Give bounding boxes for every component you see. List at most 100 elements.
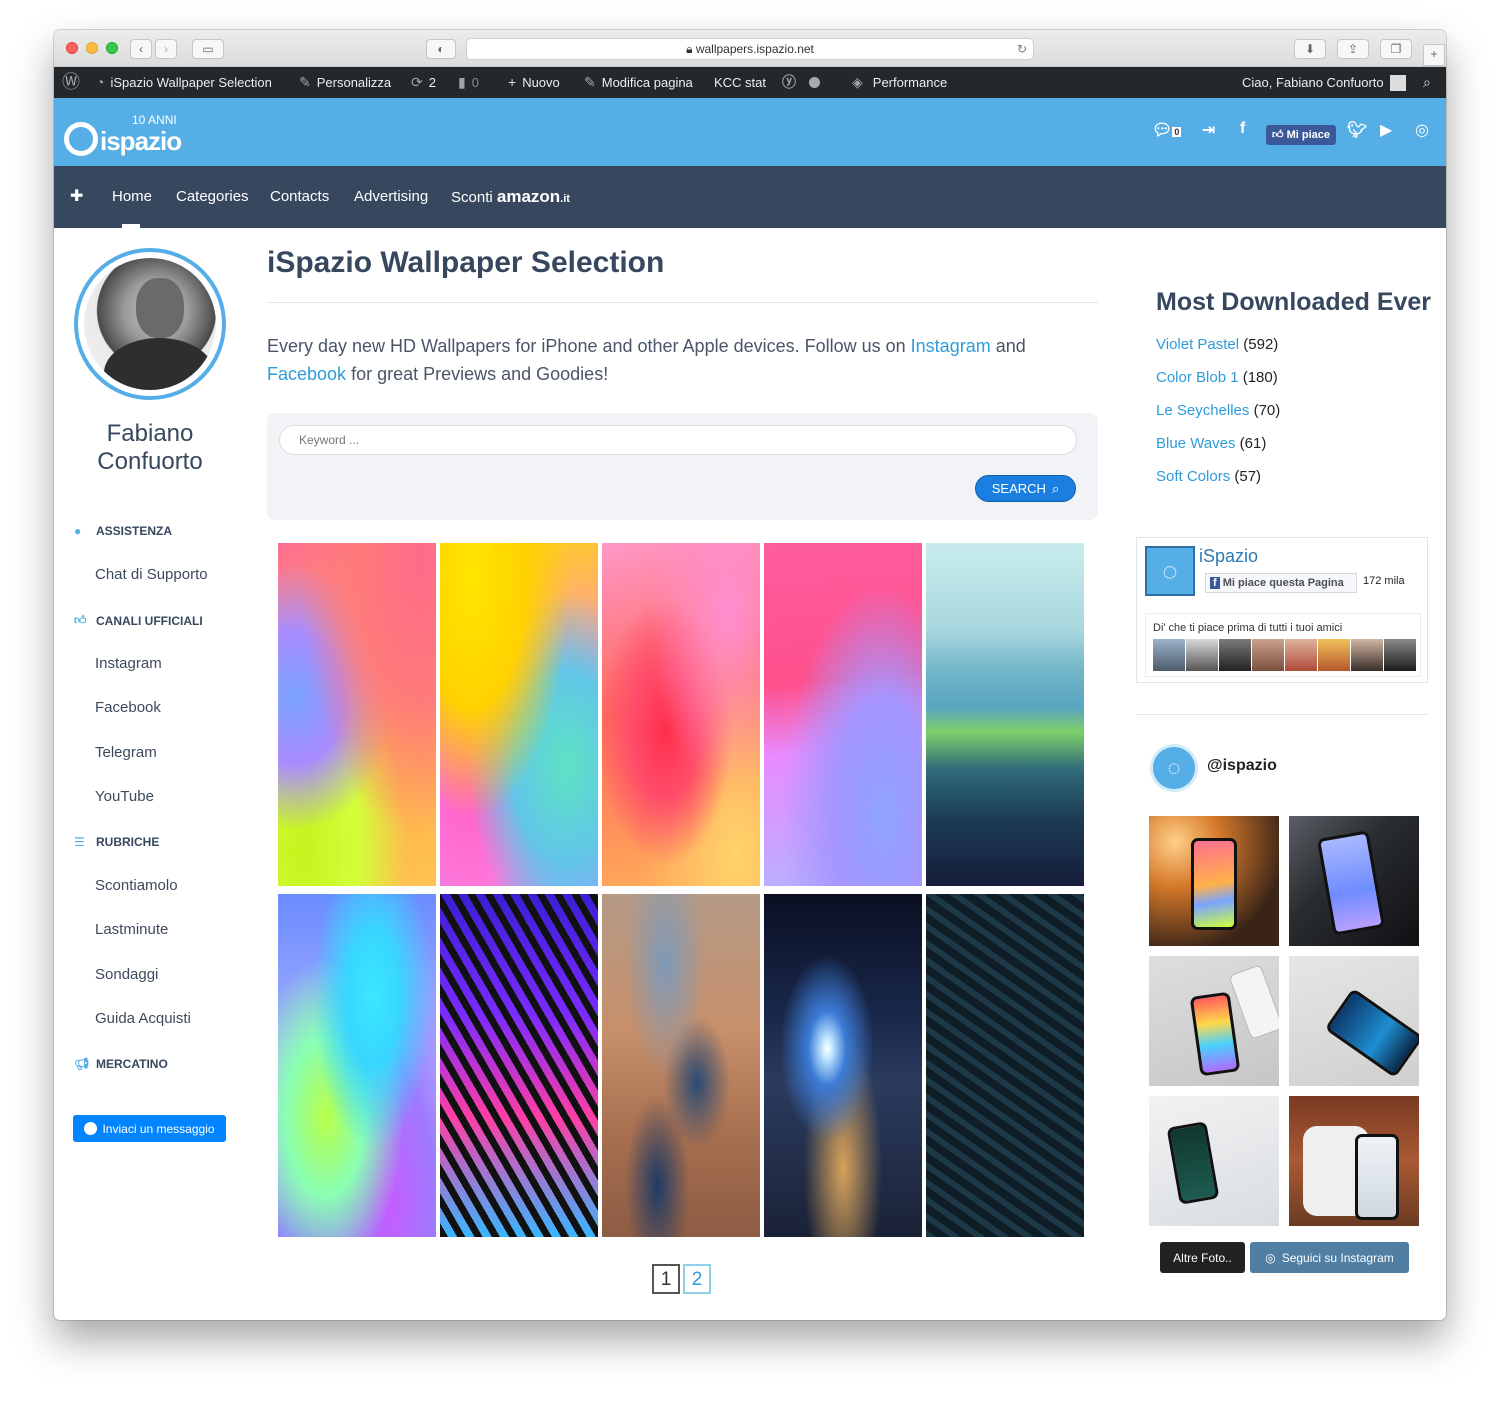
fb-page-like-button[interactable]: f Mi piace questa Pagina bbox=[1205, 573, 1357, 593]
admin-edit-page[interactable]: ✎ Modifica pagina bbox=[584, 67, 693, 98]
most-downloaded-link[interactable]: Soft Colors bbox=[1156, 468, 1230, 485]
wallpaper-thumbnail[interactable] bbox=[440, 543, 598, 886]
instagram-feed bbox=[1149, 816, 1419, 1226]
wordpress-logo-icon[interactable]: Ⓦ bbox=[62, 67, 80, 98]
admin-kcc-stat[interactable]: KCC stat bbox=[714, 67, 766, 98]
minimize-window-button[interactable] bbox=[86, 42, 98, 54]
most-downloaded-link[interactable]: Blue Waves bbox=[1156, 435, 1235, 452]
wallpaper-thumbnail[interactable] bbox=[602, 543, 760, 886]
instagram-photo[interactable] bbox=[1149, 956, 1279, 1086]
nav-advertising[interactable]: Advertising bbox=[354, 166, 428, 228]
instagram-photo[interactable] bbox=[1149, 1096, 1279, 1226]
wallpaper-thumbnail[interactable] bbox=[278, 543, 436, 886]
friend-avatar[interactable] bbox=[1186, 639, 1218, 671]
section-mercatino[interactable]: 📢︎ MERCATINO bbox=[74, 1057, 168, 1071]
performance-icon: ◈ bbox=[852, 74, 863, 90]
search-input[interactable] bbox=[279, 425, 1077, 455]
link-guida-acquisti[interactable]: Guida Acquisti bbox=[95, 1010, 191, 1027]
link-instagram[interactable]: Instagram bbox=[95, 655, 162, 672]
admin-account[interactable]: Ciao, Fabiano Confuorto bbox=[1242, 67, 1406, 98]
reload-icon[interactable]: ↻ bbox=[1017, 39, 1027, 59]
wallpaper-thumbnail[interactable] bbox=[764, 894, 922, 1237]
new-tab-button[interactable]: + bbox=[1423, 44, 1445, 66]
nav-contacts[interactable]: Contacts bbox=[270, 166, 329, 228]
friend-avatar[interactable] bbox=[1252, 639, 1284, 671]
most-downloaded-link[interactable]: Le Seychelles bbox=[1156, 402, 1249, 419]
friend-avatar[interactable] bbox=[1351, 639, 1383, 671]
instagram-photo[interactable] bbox=[1289, 956, 1419, 1086]
friend-avatar[interactable] bbox=[1285, 639, 1317, 671]
friend-avatar[interactable] bbox=[1219, 639, 1251, 671]
intro-facebook-link[interactable]: Facebook bbox=[267, 364, 346, 384]
intro-instagram-link[interactable]: Instagram bbox=[911, 336, 991, 356]
admin-comments[interactable]: ▮ 0 bbox=[458, 67, 479, 98]
instagram-avatar[interactable]: ◌ bbox=[1150, 744, 1198, 792]
link-scontiamolo[interactable]: Scontiamolo bbox=[95, 877, 178, 894]
link-lastminute[interactable]: Lastminute bbox=[95, 921, 168, 938]
most-downloaded-item: Le Seychelles (70) bbox=[1156, 402, 1281, 419]
admin-performance[interactable]: ◈ Performance bbox=[852, 67, 947, 98]
nav-sconti-amazon[interactable]: Sconti amazon.it bbox=[451, 166, 570, 228]
back-icon[interactable]: ‹ bbox=[130, 39, 152, 59]
forward-icon[interactable]: › bbox=[155, 39, 177, 59]
facebook-icon[interactable]: f bbox=[1240, 120, 1245, 138]
nav-plus-icon[interactable]: ✚ bbox=[70, 166, 83, 228]
megaphone-icon: 📢︎ bbox=[74, 1057, 90, 1071]
most-downloaded-link[interactable]: Color Blob 1 bbox=[1156, 369, 1239, 386]
link-sondaggi[interactable]: Sondaggi bbox=[95, 966, 158, 983]
admin-site-name[interactable]: ◔ iSpazio Wallpaper Selection bbox=[96, 67, 272, 98]
tabs-overview-icon[interactable]: ❐ bbox=[1380, 39, 1412, 59]
most-downloaded-item: Color Blob 1 (180) bbox=[1156, 369, 1278, 386]
friend-avatar[interactable] bbox=[1153, 639, 1185, 671]
youtube-icon[interactable]: ▶ bbox=[1380, 120, 1392, 140]
zoom-window-button[interactable] bbox=[106, 42, 118, 54]
wallpaper-thumbnail[interactable] bbox=[440, 894, 598, 1237]
nav-home[interactable]: Home bbox=[112, 166, 152, 228]
most-downloaded-item: Blue Waves (61) bbox=[1156, 435, 1267, 452]
more-photos-button[interactable]: Altre Foto.. bbox=[1160, 1242, 1245, 1273]
admin-customize[interactable]: ✎ Personalizza bbox=[299, 67, 391, 98]
instagram-handle[interactable]: @ispazio bbox=[1207, 757, 1277, 775]
instagram-icon[interactable]: ◎ bbox=[1415, 120, 1429, 140]
link-chat-supporto[interactable]: Chat di Supporto bbox=[95, 566, 208, 583]
most-downloaded-link[interactable]: Violet Pastel bbox=[1156, 336, 1239, 353]
friend-avatar[interactable] bbox=[1318, 639, 1350, 671]
facebook-like-button[interactable]: 👍︎ Mi piace bbox=[1266, 125, 1336, 145]
nav-categories[interactable]: Categories bbox=[176, 166, 249, 228]
page-1[interactable]: 1 bbox=[652, 1264, 680, 1294]
logout-icon[interactable]: ⇥ bbox=[1202, 120, 1215, 140]
notifications-icon[interactable]: 💬︎ 0 bbox=[1152, 120, 1182, 140]
downloads-icon[interactable]: ⬇ bbox=[1294, 39, 1326, 59]
close-window-button[interactable] bbox=[66, 42, 78, 54]
wallpaper-thumbnail[interactable] bbox=[926, 894, 1084, 1237]
link-youtube[interactable]: YouTube bbox=[95, 788, 154, 805]
admin-search-icon[interactable]: ⌕ bbox=[1423, 67, 1431, 98]
search-button[interactable]: SEARCH ⌕ bbox=[975, 475, 1076, 502]
privacy-icon[interactable]: ◐ bbox=[426, 39, 456, 59]
thumbs-up-icon: 👍︎ bbox=[1272, 129, 1287, 141]
logo-text: ispazio bbox=[100, 126, 182, 156]
instagram-photo[interactable] bbox=[1289, 816, 1419, 946]
address-bar[interactable]: 🔒︎ wallpapers.ispazio.net ↻ bbox=[466, 38, 1034, 60]
share-icon[interactable]: ⇪ bbox=[1337, 39, 1369, 59]
instagram-photo[interactable] bbox=[1149, 816, 1279, 946]
link-telegram[interactable]: Telegram bbox=[95, 744, 157, 761]
page-2[interactable]: 2 bbox=[683, 1264, 711, 1294]
yoast-icon[interactable]: ⓨ bbox=[782, 67, 796, 98]
instagram-photo[interactable] bbox=[1289, 1096, 1419, 1226]
wallpaper-thumbnail[interactable] bbox=[278, 894, 436, 1237]
friend-avatar[interactable] bbox=[1384, 639, 1416, 671]
link-facebook[interactable]: Facebook bbox=[95, 699, 161, 716]
sidebar-toggle-icon[interactable]: ▭ bbox=[192, 39, 224, 59]
admin-new[interactable]: + Nuovo bbox=[508, 67, 560, 98]
wallpaper-thumbnail[interactable] bbox=[764, 543, 922, 886]
fb-page-logo[interactable]: ◌ bbox=[1145, 546, 1195, 596]
wallpaper-thumbnail[interactable] bbox=[602, 894, 760, 1237]
wallpaper-thumbnail[interactable] bbox=[926, 543, 1084, 886]
twitter-icon[interactable]: 🐦︎ bbox=[1347, 120, 1367, 140]
admin-updates[interactable]: ⟳ 2 bbox=[411, 67, 436, 98]
send-message-button[interactable]: Inviaci un messaggio bbox=[73, 1115, 226, 1142]
follow-instagram-button[interactable]: ◎ Seguici su Instagram bbox=[1250, 1242, 1409, 1273]
fb-page-name[interactable]: iSpazio bbox=[1199, 546, 1258, 567]
chat-bubbles-icon: ● bbox=[74, 524, 82, 538]
